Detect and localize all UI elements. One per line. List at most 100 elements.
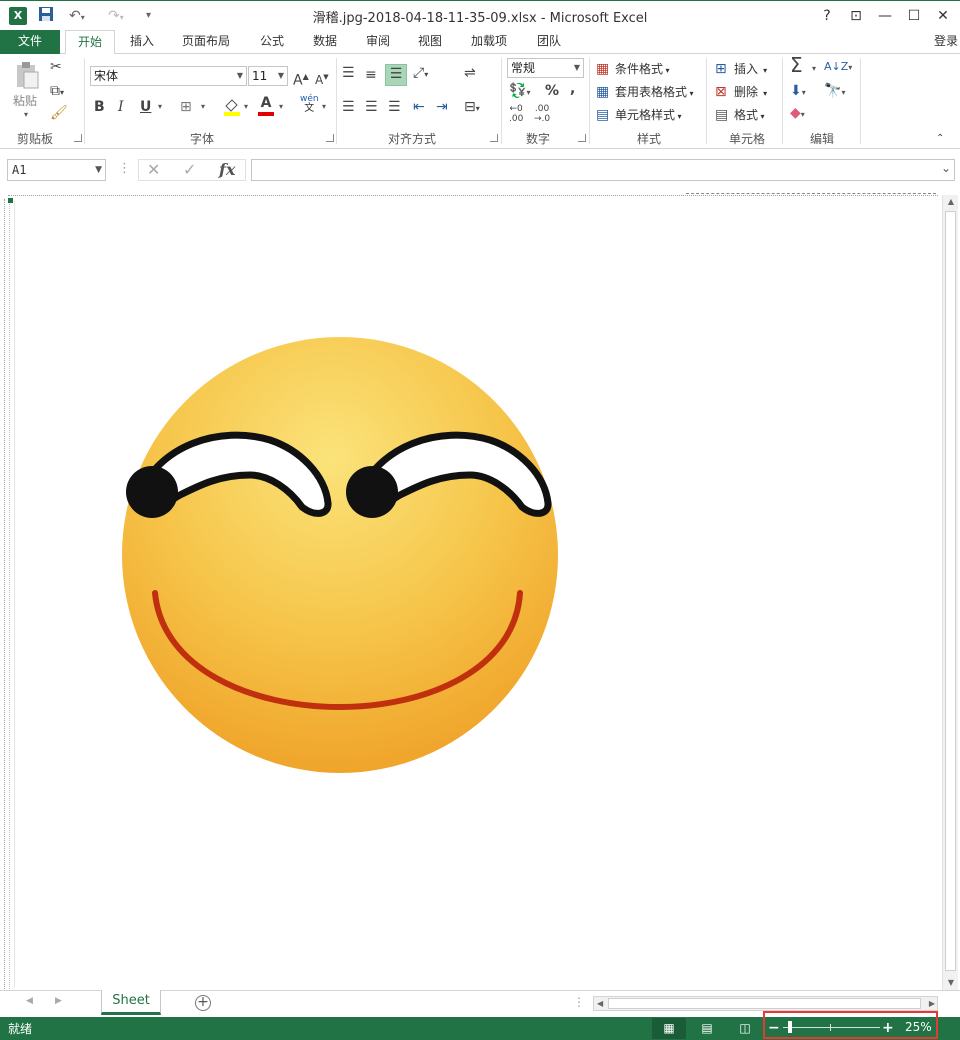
format-as-table-icon[interactable]: ▦ <box>596 83 609 101</box>
cancel-icon[interactable]: ✕ <box>147 160 160 180</box>
grow-font-icon[interactable]: A▲ <box>293 68 309 90</box>
insert-cells-icon[interactable]: ⊞ <box>715 60 727 78</box>
align-right-icon[interactable]: ☰ <box>388 98 401 116</box>
delete-cells-button[interactable]: 删除 ▾ <box>734 83 767 103</box>
fill-color-dropdown-icon[interactable]: ▾ <box>244 102 248 111</box>
page-break-view-icon[interactable]: ◫ <box>728 1018 762 1039</box>
tab-data[interactable]: 数据 <box>309 30 341 54</box>
underline-button[interactable]: U <box>140 98 151 116</box>
decrease-indent-icon[interactable]: ⇤ <box>413 98 425 116</box>
close-button[interactable]: ✕ <box>931 5 955 27</box>
increase-indent-icon[interactable]: ⇥ <box>436 98 448 116</box>
underline-dropdown-icon[interactable]: ▾ <box>158 102 162 111</box>
sheet-tab[interactable]: Sheet <box>101 990 161 1015</box>
align-middle-icon[interactable]: ≡ <box>365 66 377 84</box>
font-name-select[interactable]: 宋体 ▼ <box>90 66 247 86</box>
paste-icon[interactable] <box>12 60 42 90</box>
shrink-font-icon[interactable]: A▼ <box>315 68 329 89</box>
autosum-icon[interactable]: Σ <box>790 55 803 75</box>
italic-button[interactable]: I <box>118 98 124 116</box>
font-color-dropdown-icon[interactable]: ▾ <box>279 102 283 111</box>
fill-icon[interactable]: ⬇▾ <box>790 82 806 102</box>
insert-cells-button[interactable]: 插入 ▾ <box>734 60 767 80</box>
align-center-icon[interactable]: ☰ <box>365 98 378 116</box>
insert-function-button[interactable]: fx <box>219 160 235 180</box>
number-launcher-icon[interactable] <box>578 134 586 142</box>
comma-style-button[interactable]: , <box>570 80 575 98</box>
font-launcher-icon[interactable] <box>326 134 334 142</box>
tab-split-grip-icon[interactable]: ⋮ <box>573 995 585 1009</box>
maximize-button[interactable]: ☐ <box>902 5 926 27</box>
percent-style-button[interactable]: % <box>545 82 559 100</box>
clear-icon[interactable]: ◆▾ <box>790 104 805 124</box>
align-top-icon[interactable]: ☰ <box>342 64 355 82</box>
scroll-up-icon[interactable]: ▲ <box>943 195 959 209</box>
accounting-format-icon[interactable]: 💱▾ <box>509 82 530 102</box>
zoom-slider[interactable] <box>783 1027 880 1028</box>
scroll-right-icon[interactable]: ▶ <box>929 996 935 1011</box>
align-bottom-icon[interactable]: ☰ <box>385 64 407 86</box>
formula-bar-grip-icon[interactable]: ⋮ <box>118 161 131 176</box>
phonetic-dropdown-icon[interactable]: ▾ <box>322 102 326 111</box>
font-size-select[interactable]: 11 ▼ <box>248 66 288 86</box>
expand-formula-bar-icon[interactable]: ⌄ <box>941 161 951 175</box>
vertical-scrollbar[interactable]: ▲ ▼ <box>942 195 958 990</box>
borders-icon[interactable]: ⊞ <box>180 98 192 116</box>
wrap-text-icon[interactable]: ⇌ <box>464 64 476 82</box>
tab-addins[interactable]: 加载项 <box>467 30 511 54</box>
decrease-decimal-icon[interactable]: .00 →.0 <box>534 104 550 124</box>
format-cells-button[interactable]: 格式 ▾ <box>734 106 765 126</box>
page-layout-view-icon[interactable]: ▤ <box>690 1018 724 1039</box>
login-link[interactable]: 登录 <box>934 30 958 52</box>
paste-label[interactable]: 粘贴 <box>13 92 37 110</box>
conditional-format-button[interactable]: 条件格式 ▾ <box>615 60 670 80</box>
format-painter-icon[interactable]: 🖌 <box>50 104 68 122</box>
active-cell-marker[interactable] <box>8 198 13 203</box>
tab-view[interactable]: 视图 <box>414 30 446 54</box>
increase-decimal-icon[interactable]: ←0.00 <box>509 104 523 124</box>
collapse-ribbon-icon[interactable]: ⌃ <box>936 130 944 148</box>
number-format-select[interactable]: 常规 ▼ <box>507 58 584 78</box>
worksheet-area[interactable]: ▲ ▼ <box>0 193 960 990</box>
conditional-format-icon[interactable]: ▦ <box>596 60 609 78</box>
merge-center-icon[interactable]: ⊟▾ <box>464 98 480 118</box>
delete-cells-icon[interactable]: ⊠ <box>715 83 727 101</box>
align-left-icon[interactable]: ☰ <box>342 98 355 116</box>
scroll-down-icon[interactable]: ▼ <box>943 976 959 990</box>
tab-home[interactable]: 开始 <box>65 30 115 55</box>
find-select-icon[interactable]: 🔭▾ <box>824 82 845 102</box>
cell-styles-button[interactable]: 单元格样式 ▾ <box>615 106 682 126</box>
formula-input[interactable]: ⌄ <box>251 159 955 181</box>
zoom-in-icon[interactable]: + <box>882 1018 894 1038</box>
tab-page-layout[interactable]: 页面布局 <box>178 30 234 54</box>
orientation-icon[interactable]: ⤢▾ <box>413 64 428 84</box>
scroll-left-icon[interactable]: ◀ <box>597 996 603 1011</box>
vertical-scroll-thumb[interactable] <box>945 211 956 971</box>
normal-view-icon[interactable]: ▦ <box>652 1018 686 1039</box>
bold-button[interactable]: B <box>94 98 105 116</box>
phonetic-icon[interactable]: wén 文 <box>300 94 319 114</box>
cut-icon[interactable]: ✂ <box>50 58 62 76</box>
cell-styles-icon[interactable]: ▤ <box>596 106 609 124</box>
autosum-dropdown-icon[interactable]: ▾ <box>812 64 816 73</box>
font-color-icon[interactable]: A <box>257 94 275 116</box>
horizontal-scroll-thumb[interactable] <box>608 998 921 1009</box>
sort-filter-icon[interactable]: A↓Z▾ <box>824 58 852 77</box>
minimize-button[interactable]: — <box>873 5 897 27</box>
format-cells-icon[interactable]: ▤ <box>715 106 728 124</box>
next-sheet-icon[interactable]: ▶ <box>55 996 62 1006</box>
zoom-out-icon[interactable]: − <box>768 1018 780 1038</box>
copy-icon[interactable]: ⧉▾ <box>50 82 64 102</box>
tab-review[interactable]: 审阅 <box>362 30 394 54</box>
zoom-level[interactable]: 25% <box>905 1020 932 1034</box>
tab-formulas[interactable]: 公式 <box>256 30 288 54</box>
add-sheet-icon[interactable]: + <box>195 995 211 1011</box>
clipboard-launcher-icon[interactable] <box>74 134 82 142</box>
zoom-slider-thumb[interactable] <box>788 1021 792 1033</box>
prev-sheet-icon[interactable]: ◀ <box>26 996 33 1006</box>
borders-dropdown-icon[interactable]: ▾ <box>201 102 205 111</box>
tab-insert[interactable]: 插入 <box>126 30 158 54</box>
ribbon-display-icon[interactable]: ⊡ <box>844 5 868 27</box>
alignment-launcher-icon[interactable] <box>490 134 498 142</box>
fill-color-icon[interactable] <box>222 96 242 121</box>
